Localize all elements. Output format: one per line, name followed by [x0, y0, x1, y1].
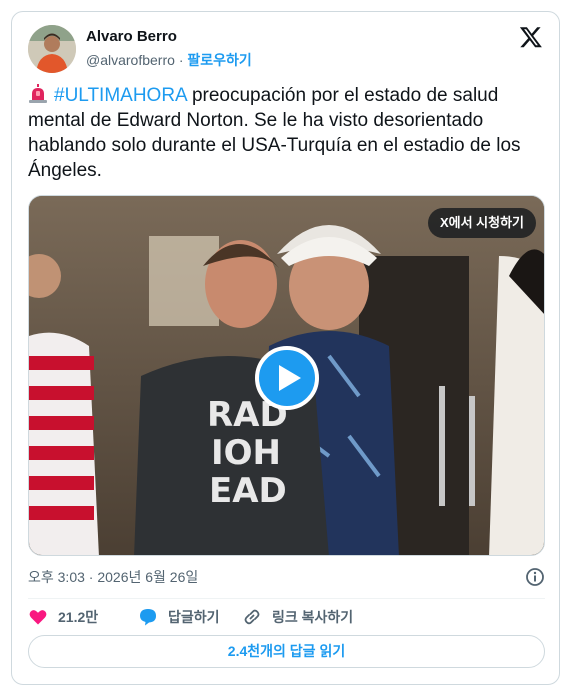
siren-emoji-icon — [28, 84, 48, 104]
author-avatar[interactable] — [28, 25, 76, 73]
heart-icon — [29, 610, 47, 625]
follow-button[interactable]: 팔로우하기 — [187, 52, 251, 68]
like-count: 21.2만 — [58, 609, 99, 625]
tweet-timestamp[interactable]: 오후 3:03 · 2026년 6월 26일 — [28, 569, 198, 585]
play-button[interactable] — [255, 346, 319, 410]
handle-separator: · — [178, 52, 184, 68]
link-icon — [244, 609, 260, 625]
tweet-meta: 오후 3:03 · 2026년 6월 26일 — [28, 567, 545, 587]
tweet-text: #ULTIMAHORA preocupación por el estado d… — [28, 83, 543, 183]
hashtag-link[interactable]: #ULTIMAHORA — [54, 85, 187, 106]
copy-link-button[interactable]: 링크 복사하기 — [242, 606, 353, 628]
author-handle[interactable]: @alvarofberro — [86, 52, 175, 68]
shirt-text-line-3: EAD — [209, 471, 287, 511]
play-icon — [279, 365, 301, 391]
x-logo-icon[interactable] — [519, 25, 545, 51]
watch-on-x-button[interactable]: X에서 시청하기 — [427, 208, 536, 238]
info-icon[interactable] — [525, 567, 545, 587]
read-replies-button[interactable]: 2.4천개의 답글 읽기 — [28, 635, 545, 668]
copy-link-label: 링크 복사하기 — [272, 609, 354, 625]
tweet-actions: 21.2만 답글하기 링크 복사하기 — [28, 606, 545, 628]
video-player[interactable]: RAD IOH EAD X에서 시청하기 — [28, 195, 545, 556]
reply-label: 답글하기 — [168, 609, 220, 625]
tweet-header: Alvaro Berro @alvarofberro · 팔로우하기 — [28, 25, 545, 73]
author-name[interactable]: Alvaro Berro — [86, 28, 177, 45]
tweet-card: Alvaro Berro @alvarofberro · 팔로우하기 #ULTI… — [11, 11, 560, 685]
reply-bubble-icon — [140, 609, 156, 626]
like-button[interactable]: 21.2만 — [28, 606, 98, 628]
reply-button[interactable]: 답글하기 — [138, 606, 220, 628]
divider — [28, 598, 545, 599]
author-handle-row: @alvarofberro · 팔로우하기 — [86, 50, 252, 70]
shirt-text-line-2: IOH — [211, 433, 281, 473]
